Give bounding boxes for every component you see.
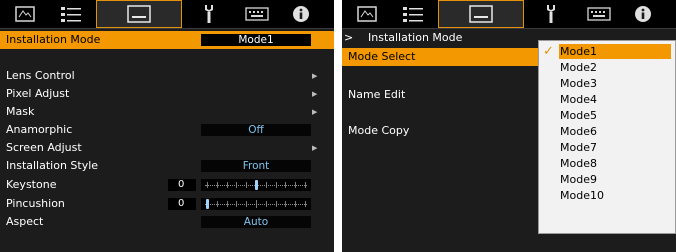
slider-thumb[interactable] [255, 180, 258, 190]
menu-item-aspect[interactable]: Aspect Auto [0, 213, 334, 231]
wrench-icon [205, 5, 213, 23]
mode-option-6[interactable]: Mode6 [559, 124, 671, 139]
mode-option-3[interactable]: Mode3 [559, 76, 671, 91]
tab-adjust[interactable] [388, 0, 438, 28]
menu-item-anamorphic[interactable]: Anamorphic Off [0, 121, 334, 139]
menu-tab-bar [342, 0, 676, 29]
keyboard-icon [587, 7, 611, 21]
menu-item-label: Name Edit [348, 88, 406, 101]
checkmark-icon: ✓ [543, 44, 554, 59]
picture-icon [357, 6, 377, 22]
picture-icon [15, 6, 35, 22]
mode-option-10[interactable]: Mode10 [559, 188, 671, 203]
option-label: Mode2 [560, 61, 597, 74]
menu-item-pincushion[interactable]: Pincushion 0 [0, 195, 334, 213]
info-icon [635, 6, 651, 22]
menu-item-label: Mask [6, 105, 35, 118]
menu-item-installation-mode[interactable]: Installation Mode Mode1 [0, 31, 334, 49]
pincushion-slider[interactable] [201, 198, 311, 210]
option-label: Mode6 [560, 125, 597, 138]
aspect-value: Auto [201, 216, 311, 228]
projector-menu-panel-installation-mode: > Installation Mode Mode Select Name Edi… [342, 0, 676, 252]
menu-item-mask[interactable]: Mask ▶ [0, 103, 334, 121]
adjust-sliders-icon [61, 7, 81, 22]
submenu-arrow-icon: ▶ [312, 144, 318, 152]
submenu-arrow-icon: ▶ [312, 90, 318, 98]
option-label: Mode10 [560, 189, 604, 202]
menu-item-label: Mode Copy [348, 124, 410, 137]
menu-item-label: Mode Select [348, 50, 416, 63]
tab-installation[interactable] [438, 0, 524, 28]
tab-function[interactable] [232, 0, 282, 28]
keystone-slider[interactable] [201, 179, 311, 191]
menu-item-label: Anamorphic [6, 123, 73, 136]
tab-setup[interactable] [184, 0, 234, 28]
menu-item-label: Installation Mode [6, 33, 101, 46]
tab-picture[interactable] [0, 0, 50, 28]
mode-option-5[interactable]: Mode5 [559, 108, 671, 123]
tab-info[interactable] [618, 0, 668, 28]
option-label: Mode3 [560, 77, 597, 90]
info-icon [293, 6, 309, 22]
menu-item-lens-control[interactable]: Lens Control ▶ [0, 67, 334, 85]
menu-item-label: Lens Control [6, 69, 75, 82]
option-label: Mode4 [560, 93, 597, 106]
menu-item-screen-adjust[interactable]: Screen Adjust ▶ [0, 139, 334, 157]
menu-item-label: Pixel Adjust [6, 87, 70, 100]
menu-item-label: Installation Style [6, 159, 99, 172]
option-label: Mode9 [560, 173, 597, 186]
breadcrumb-separator: > [344, 31, 354, 44]
pincushion-number: 0 [168, 198, 196, 210]
anamorphic-value: Off [201, 124, 311, 136]
menu-item-label: Aspect [6, 215, 44, 228]
mode-option-2[interactable]: Mode2 [559, 60, 671, 75]
installation-screen-icon [469, 5, 493, 23]
menu-item-pixel-adjust[interactable]: Pixel Adjust ▶ [0, 85, 334, 103]
option-label: Mode8 [560, 157, 597, 170]
menu-tab-bar [0, 0, 334, 29]
projector-menu-panel-main: Installation Mode Mode1 Lens Control ▶ P… [0, 0, 334, 252]
slider-track [205, 204, 307, 205]
mode-option-4[interactable]: Mode4 [559, 92, 671, 107]
menu-item-installation-style[interactable]: Installation Style Front [0, 157, 334, 175]
tab-installation[interactable] [96, 0, 182, 28]
mode-option-7[interactable]: Mode7 [559, 140, 671, 155]
installation-mode-value: Mode1 [201, 34, 311, 46]
mode-option-9[interactable]: Mode9 [559, 172, 671, 187]
mode-option-8[interactable]: Mode8 [559, 156, 671, 171]
option-label: Mode5 [560, 109, 597, 122]
tab-info[interactable] [276, 0, 326, 28]
tab-adjust[interactable] [46, 0, 96, 28]
option-label: Mode7 [560, 141, 597, 154]
tab-function[interactable] [574, 0, 624, 28]
installation-screen-icon [127, 5, 151, 23]
mode-option-1[interactable]: ✓ Mode1 [543, 44, 671, 59]
submenu-arrow-icon: ▶ [312, 72, 318, 80]
menu-item-keystone[interactable]: Keystone 0 [0, 176, 334, 194]
slider-thumb[interactable] [206, 199, 209, 209]
page-title: Installation Mode [368, 31, 463, 44]
tab-picture[interactable] [342, 0, 392, 28]
submenu-arrow-icon: ▶ [312, 108, 318, 116]
keystone-number: 0 [168, 179, 196, 191]
option-label: Mode1 [560, 45, 597, 58]
wrench-icon [547, 5, 555, 23]
menu-item-label: Keystone [6, 178, 57, 191]
mode-select-dropdown: ✓ Mode1 Mode2 Mode3 Mode4 Mode5 Mode6 Mode7 Mode… [538, 40, 676, 234]
keyboard-icon [245, 7, 269, 21]
installation-style-value: Front [201, 160, 311, 172]
menu-item-label: Screen Adjust [6, 141, 82, 154]
menu-item-label: Pincushion [6, 197, 65, 210]
adjust-sliders-icon [403, 7, 423, 22]
tab-setup[interactable] [526, 0, 576, 28]
